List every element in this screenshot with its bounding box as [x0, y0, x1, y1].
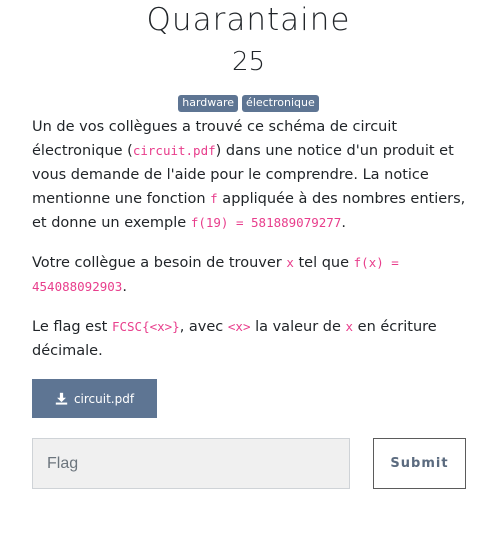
- inline-code-variable-2: x: [345, 319, 354, 334]
- tag-list: hardware électronique: [0, 95, 497, 112]
- description-paragraph-2: Votre collègue a besoin de trouver x tel…: [32, 255, 399, 295]
- inline-code-example: f(19) = 581889079277: [190, 215, 342, 230]
- inline-code-function: f: [210, 191, 218, 206]
- description-paragraph-1: Un de vos collègues a trouvé ce schéma d…: [32, 119, 466, 231]
- inline-code-placeholder: <x>: [227, 319, 251, 334]
- challenge-points: 25: [231, 47, 266, 77]
- challenge-description: Un de vos collègues a trouvé ce schéma d…: [32, 115, 472, 379]
- inline-code-variable: x: [286, 255, 294, 270]
- challenge-title: Quarantaine: [146, 2, 351, 38]
- download-icon: [55, 392, 68, 405]
- download-file-label: circuit.pdf: [73, 391, 135, 406]
- description-paragraph-3: Le flag est FCSC{<x>}, avec <x> la valeu…: [32, 319, 437, 359]
- flag-input[interactable]: [32, 438, 350, 489]
- tag-hardware: hardware: [178, 95, 239, 112]
- inline-code-flag-format: FCSC{<x>}: [111, 319, 180, 334]
- download-file-button[interactable]: circuit.pdf: [32, 379, 157, 418]
- tag-electronique: électronique: [242, 95, 319, 112]
- submit-button[interactable]: Submit: [373, 438, 466, 489]
- inline-code-filename: circuit.pdf: [132, 143, 216, 158]
